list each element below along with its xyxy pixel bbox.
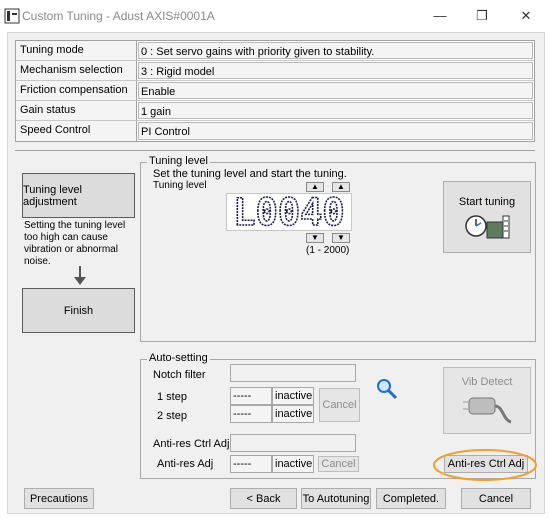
notch-filter-field: [230, 364, 356, 382]
step-note: Setting the tuning level too high can ca…: [24, 220, 126, 267]
to-autotuning-button[interactable]: To Autotuning: [301, 488, 371, 509]
app-icon: [4, 8, 20, 24]
step-label: Tuning level adjustment: [23, 183, 82, 208]
completed-button[interactable]: Completed.: [376, 488, 446, 509]
antires-status: inactive: [272, 455, 314, 473]
row-label: Friction compensation: [16, 81, 137, 100]
step-finish: Finish: [22, 288, 135, 333]
settings-summary-table: Tuning mode 0 : Set servo gains with pri…: [15, 40, 535, 142]
tuning-level-display: L0040: [226, 190, 352, 235]
increase-coarse-button[interactable]: ▲: [306, 182, 324, 192]
start-tuning-button[interactable]: Start tuning: [443, 181, 531, 253]
group-title: Auto-setting: [147, 352, 210, 364]
table-row: Gain status 1 gain: [16, 101, 534, 121]
tuning-level-value: L0040: [233, 194, 344, 230]
row-value: PI Control: [138, 122, 533, 140]
antires-ctrl-label: Anti-res Ctrl Adj: [153, 438, 230, 450]
antires-adj-label: Anti-res Adj: [157, 458, 214, 470]
row-value: 0 : Set servo gains with priority given …: [138, 42, 533, 59]
row-label: Mechanism selection: [16, 61, 137, 80]
antires-cancel-button[interactable]: Cancel: [318, 456, 359, 472]
row-label: Tuning mode: [16, 41, 137, 60]
step1-value: -----: [230, 387, 272, 405]
vibration-detect-icon: [463, 397, 512, 424]
vib-detect-button[interactable]: Vib Detect: [443, 367, 531, 434]
table-row: Speed Control PI Control: [16, 121, 534, 141]
step2-status: inactive: [272, 405, 314, 423]
table-row: Mechanism selection 3 : Rigid model: [16, 61, 534, 81]
vib-detect-label: Vib Detect: [461, 376, 513, 388]
row-value: 1 gain: [138, 102, 533, 119]
row-label: Speed Control: [16, 121, 137, 141]
row-label: Gain status: [16, 101, 137, 120]
antires-ctrl-field: [230, 434, 356, 452]
step-label: Finish: [63, 304, 94, 317]
notch-filter-label: Notch filter: [153, 369, 206, 381]
step-tuning-level-adjustment: Tuning level adjustment: [22, 173, 135, 218]
table-row: Friction compensation Enable: [16, 81, 534, 101]
window-title: Custom Tuning - Adust AXIS#0001A: [22, 9, 215, 23]
restore-icon[interactable]: ❐: [474, 8, 490, 24]
start-tuning-label: Start tuning: [458, 196, 516, 208]
table-row: Tuning mode 0 : Set servo gains with pri…: [16, 41, 534, 61]
separator: [15, 150, 535, 151]
tuning-start-icon: [465, 215, 510, 239]
tuning-level-label: Tuning level: [153, 180, 207, 191]
step2-label: 2 step: [157, 410, 187, 422]
minimize-icon[interactable]: —: [432, 8, 448, 24]
antires-value: -----: [230, 455, 272, 473]
step1-label: 1 step: [157, 391, 187, 403]
back-button[interactable]: < Back: [230, 488, 297, 509]
notch-cancel-button[interactable]: Cancel: [319, 388, 360, 422]
step2-value: -----: [230, 405, 272, 423]
magnifier-icon[interactable]: [376, 378, 398, 400]
decrease-fine-button[interactable]: ▼: [332, 233, 350, 243]
decrease-coarse-button[interactable]: ▼: [306, 233, 324, 243]
precautions-button[interactable]: Precautions: [24, 488, 94, 509]
step1-status: inactive: [272, 387, 314, 405]
down-arrow-icon: [74, 266, 86, 285]
tuning-instruction: Set the tuning level and start the tunin…: [153, 168, 347, 180]
close-icon[interactable]: ✕: [518, 8, 534, 24]
group-title: Tuning level: [147, 155, 210, 167]
tuning-level-range: (1 - 2000): [306, 245, 350, 256]
row-value: 3 : Rigid model: [138, 62, 533, 79]
highlight-ellipse: [433, 449, 537, 481]
row-value: Enable: [138, 82, 533, 99]
increase-fine-button[interactable]: ▲: [332, 182, 350, 192]
cancel-button[interactable]: Cancel: [461, 488, 531, 509]
